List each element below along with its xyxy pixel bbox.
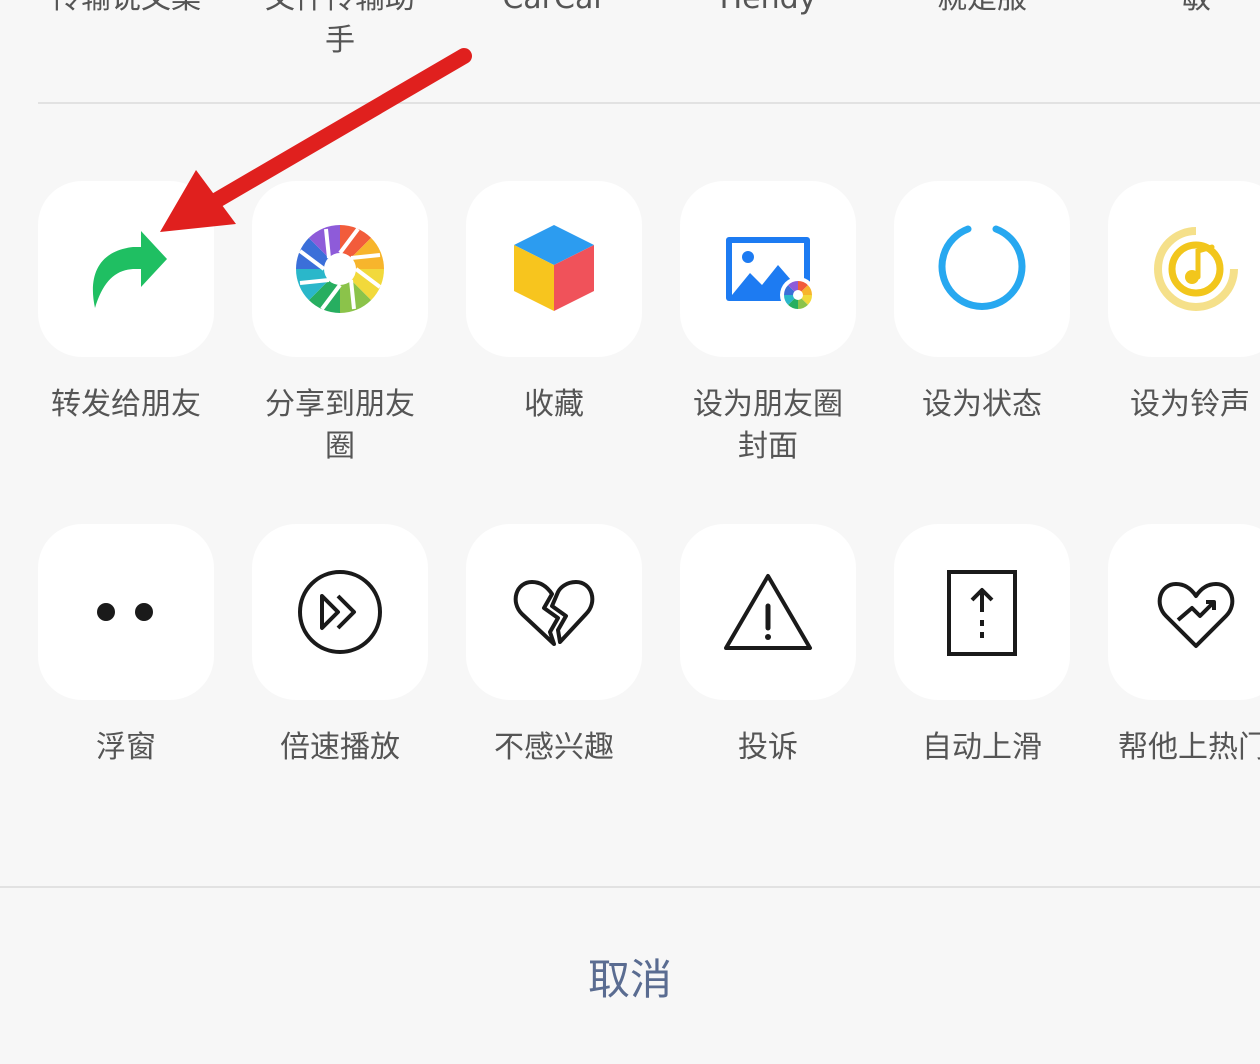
playback-speed-button[interactable] — [252, 524, 428, 700]
share-to-moments-label: 分享到朋友 圈 — [265, 387, 415, 464]
cancel-button[interactable]: 取消 — [480, 948, 780, 1012]
set-status-label: 设为状态 — [922, 387, 1042, 422]
report-button[interactable] — [680, 524, 856, 700]
status-ring-icon — [938, 225, 1026, 310]
favorites-label: 收藏 — [524, 387, 584, 422]
share-to-moments-button[interactable] — [252, 181, 428, 357]
contact-label[interactable]: 就是服 — [892, 0, 1072, 20]
playback-speed-label: 倍速播放 — [280, 730, 400, 765]
report-label: 投诉 — [738, 730, 798, 765]
set-ringtone-button[interactable] — [1108, 181, 1260, 357]
float-window-button[interactable] — [38, 524, 214, 700]
contact-label[interactable]: 传输说文案 — [36, 0, 216, 20]
float-window-dots-icon — [97, 603, 153, 621]
section-divider — [38, 102, 1260, 104]
auto-scroll-up-icon — [947, 570, 1017, 656]
promote-button[interactable] — [1108, 524, 1260, 700]
not-interested-label: 不感兴趣 — [494, 730, 614, 765]
set-moments-cover-label: 设为朋友圈 封面 — [693, 387, 843, 464]
contact-label[interactable]: CarCar — [464, 0, 644, 20]
forward-to-friend-label: 转发给朋友 — [51, 387, 201, 422]
favorites-cube-icon — [514, 225, 594, 311]
contact-label[interactable]: 敏 — [1106, 0, 1260, 20]
promote-heart-icon — [1157, 582, 1235, 648]
set-status-button[interactable] — [894, 181, 1070, 357]
auto-scroll-up-button[interactable] — [894, 524, 1070, 700]
contacts-row: 传输说文案 文件传输助 手 CarCar Hendy 就是服 敏 — [0, 0, 1260, 60]
set-ringtone-label: 设为铃声 — [1130, 387, 1250, 422]
forward-to-friend-button[interactable] — [38, 181, 214, 357]
playback-speed-icon — [298, 570, 382, 654]
moments-icon — [296, 225, 384, 313]
broken-heart-icon — [513, 580, 595, 646]
set-moments-cover-button[interactable] — [680, 181, 856, 357]
ringtone-icon — [1154, 226, 1239, 311]
forward-icon — [92, 231, 167, 308]
moments-cover-icon — [726, 237, 816, 313]
float-window-label: 浮窗 — [96, 730, 156, 765]
contact-label[interactable]: Hendy — [678, 0, 858, 20]
cancel-divider — [0, 886, 1260, 888]
warning-icon — [724, 574, 812, 650]
contact-label[interactable]: 文件传输助 手 — [250, 0, 430, 62]
not-interested-button[interactable] — [466, 524, 642, 700]
favorites-button[interactable] — [466, 181, 642, 357]
promote-label: 帮他上热门 — [1118, 730, 1260, 765]
auto-scroll-up-label: 自动上滑 — [922, 730, 1042, 765]
